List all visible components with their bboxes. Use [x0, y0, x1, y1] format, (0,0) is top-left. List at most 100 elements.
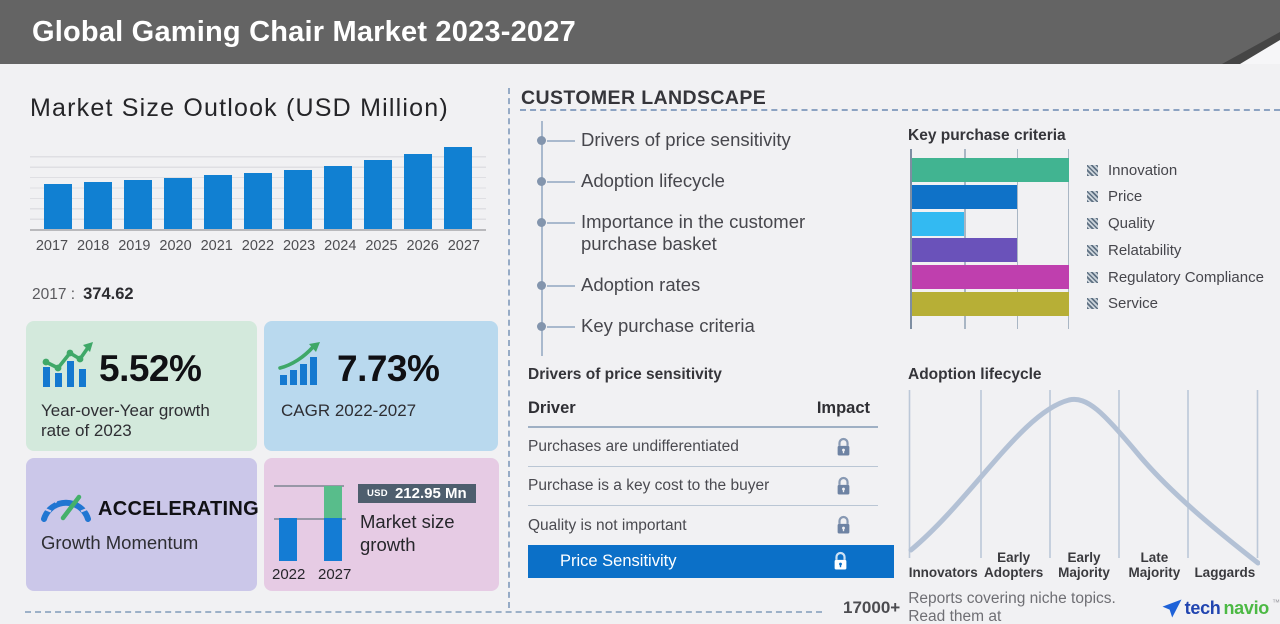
kpc-bar-service: [912, 291, 1069, 316]
legend-swatch-icon: [1087, 298, 1098, 310]
brand-tm: ™: [1272, 597, 1280, 607]
yoy-growth-value: 5.52%: [99, 348, 202, 389]
legend-swatch-icon: [1087, 271, 1098, 283]
year-tick-label: 2026: [406, 238, 439, 254]
bar-2020: [164, 177, 192, 229]
cagr-value: 7.73%: [337, 348, 440, 389]
currency-label: USD: [367, 488, 388, 499]
key-purchase-bar-chart: [910, 149, 1069, 329]
technavio-arrow-icon: [1162, 599, 1182, 617]
driver-row: Purchase is a key cost to the buyer: [528, 467, 878, 506]
price-sensitivity-bar: Price Sensitivity: [528, 545, 894, 578]
driver-label: Purchases are undifferentiated: [528, 438, 739, 455]
driver-column-header: Driver: [528, 399, 576, 417]
mini-bar-2022: [279, 518, 297, 561]
year-tick-label: 2027: [447, 238, 480, 254]
landscape-item: Adoption lifecycle: [536, 170, 886, 192]
legend-label: Regulatory Compliance: [1108, 268, 1264, 286]
landscape-item: Adoption rates: [536, 274, 886, 296]
driver-label: Purchase is a key cost to the buyer: [528, 477, 770, 494]
yoy-growth-label: Year-over-Year growth rate of 2023: [41, 401, 210, 440]
lock-icon: [837, 437, 850, 455]
bar-2018: [84, 182, 112, 229]
year-tick-label: 2025: [365, 238, 398, 254]
year-tick-label: 2018: [77, 238, 110, 254]
growth-curve-icon: [278, 341, 322, 390]
header-bar: Global Gaming Chair Market 2023-2027: [0, 0, 1280, 64]
legend-item: Price: [1087, 185, 1264, 209]
infographic-page: Global Gaming Chair Market 2023-2027 Mar…: [0, 0, 1280, 624]
legend-label: Relatability: [1108, 241, 1182, 259]
mini-year-to: 2027: [318, 566, 352, 583]
bar-2023: [284, 169, 312, 229]
kpc-bar-innovation: [912, 158, 1069, 182]
key-purchase-legend: Innovation Price Quality Relatability Regula…: [1087, 149, 1264, 319]
landscape-item: Importance in the customer purchase bask…: [536, 211, 886, 255]
bar-2021: [204, 175, 232, 229]
drivers-table: Driver Impact Purchases are undifferenti…: [528, 396, 878, 545]
bar-2017: [44, 184, 72, 229]
kpc-bar-regulatory-compliance: [912, 265, 1069, 290]
report-count: 17000+: [843, 598, 901, 617]
customer-landscape-title: CUSTOMER LANDSCAPE: [521, 87, 767, 109]
momentum-label: Growth Momentum: [41, 532, 199, 553]
legend-swatch-icon: [1087, 191, 1098, 203]
year-tick-label: 2024: [324, 238, 357, 254]
amount-value: 212.95 Mn: [394, 485, 467, 502]
footer-dashed-line: [25, 611, 822, 613]
bar-trend-icon: [40, 341, 94, 392]
footer: 17000+ Reports covering niche topics. Re…: [843, 590, 1280, 624]
base-year-label: 2017 :: [32, 286, 76, 303]
legend-label: Price: [1108, 188, 1143, 206]
landscape-item: Drivers of price sensitivity: [536, 129, 886, 151]
yoy-growth-card: 5.52% Year-over-Year growth rate of 2023: [26, 321, 257, 451]
technavio-logo: tech navio ™: [1162, 598, 1280, 619]
growth-momentum-card: ACCELERATING Growth Momentum: [26, 458, 260, 591]
drivers-table-header: Driver Impact: [528, 396, 878, 428]
landscape-item: Key purchase criteria: [536, 315, 886, 337]
market-size-bar-chart: [30, 147, 486, 231]
year-tick-label: 2022: [241, 238, 275, 254]
legend-label: Quality: [1108, 215, 1155, 233]
legend-swatch-icon: [1087, 218, 1098, 230]
key-purchase-title: Key purchase criteria: [908, 127, 1066, 144]
stage-label: Late Majority: [1128, 550, 1181, 580]
year-tick-label: 2021: [200, 238, 233, 254]
kpc-bar-relatability: [912, 238, 1017, 263]
stage-label: Laggards: [1194, 565, 1256, 580]
kpc-bar-price: [912, 184, 1017, 209]
driver-row: Purchases are undifferentiated: [528, 428, 878, 467]
driver-label: Quality is not important: [528, 516, 687, 534]
legend-item: Innovation: [1087, 158, 1264, 182]
bar-2019: [124, 180, 152, 229]
brand-navio: navio: [1223, 597, 1269, 618]
momentum-value: ACCELERATING: [98, 498, 260, 520]
legend-label: Innovation: [1108, 161, 1178, 179]
bar-2026: [404, 154, 432, 229]
usd-amount-badge: USD 212.95 Mn: [358, 484, 476, 503]
footer-text: Reports covering niche topics. Read them…: [908, 590, 1116, 624]
impact-column-header: Impact: [816, 399, 870, 417]
legend-item: Service: [1087, 292, 1264, 316]
adoption-lifecycle-title: Adoption lifecycle: [908, 366, 1042, 383]
adoption-stage-labels: Innovators Early Adopters Early Majority Late…: [908, 538, 1260, 580]
page-curl-icon: [1240, 40, 1280, 64]
market-size-x-axis: 2017 2018 2019 2020 2021 2022 2023 2024 2025 2026…: [30, 238, 486, 254]
bar-2027: [444, 147, 472, 229]
bar-2025: [364, 160, 392, 229]
cagr-label: CAGR 2022-2027: [281, 401, 417, 420]
speedometer-icon: [38, 484, 94, 527]
year-tick-label: 2020: [159, 238, 192, 254]
bar-2022: [244, 172, 272, 229]
year-tick-label: 2017: [35, 238, 69, 254]
lock-icon: [834, 551, 847, 570]
dashed-underline: [520, 109, 1280, 111]
driver-row: Quality is not important: [528, 506, 878, 545]
market-size-growth-card: 2022 2027 USD 212.95 Mn Market size grow…: [264, 458, 499, 591]
drivers-title: Drivers of price sensitivity: [528, 366, 722, 383]
page-title: Global Gaming Chair Market 2023-2027: [32, 16, 576, 48]
customer-landscape-list: Drivers of price sensitivity Adoption lif…: [536, 121, 886, 356]
legend-item: Relatability: [1087, 238, 1264, 262]
price-sensitivity-label: Price Sensitivity: [560, 552, 677, 570]
year-tick-label: 2023: [282, 238, 316, 254]
